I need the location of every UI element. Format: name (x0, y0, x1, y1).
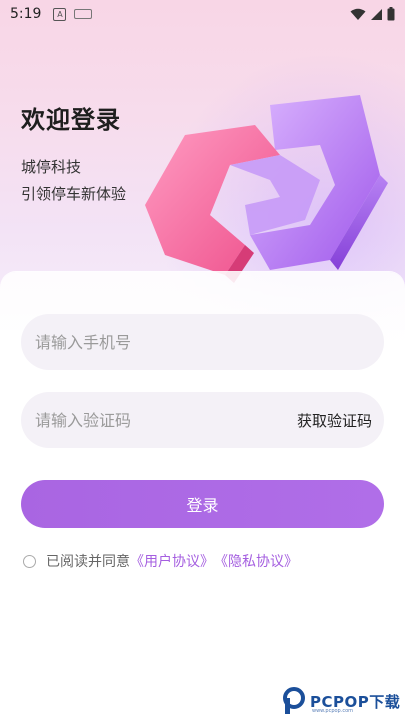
welcome-title: 欢迎登录 (21, 106, 121, 134)
agreement-checkbox[interactable] (23, 554, 36, 568)
wifi-icon (350, 8, 366, 20)
keyboard-icon (74, 9, 93, 19)
slogan: 引领停车新体验 (21, 185, 127, 203)
get-code-button[interactable]: 获取验证码 (297, 410, 372, 431)
agreement-row: 已阅读并同意 《用户协议》 《隐私协议》 (23, 551, 298, 571)
login-button[interactable]: 登录 (21, 480, 384, 528)
phone-input[interactable] (33, 331, 372, 353)
pcpop-logo-icon (283, 687, 305, 714)
status-right-icons (350, 7, 395, 21)
agreement-prefix: 已阅读并同意 (46, 554, 130, 570)
a-notification-icon: A (53, 7, 67, 21)
company-name: 城停科技 (21, 158, 82, 176)
user-agreement-link[interactable]: 《用户协议》 (130, 551, 214, 571)
privacy-agreement-link[interactable]: 《隐私协议》 (214, 551, 298, 571)
signal-icon (371, 8, 382, 20)
code-input[interactable] (33, 409, 297, 431)
status-time: 5:19 (10, 6, 42, 22)
pcpop-watermark: PCPOP下载 www.pcpop.com (282, 684, 405, 718)
watermark-sub: www.pcpop.com (312, 708, 353, 714)
status-bar: 5:19 A (0, 0, 405, 28)
battery-icon (387, 7, 395, 21)
code-field[interactable]: 获取验证码 (21, 392, 384, 448)
phone-field[interactable] (21, 314, 384, 370)
